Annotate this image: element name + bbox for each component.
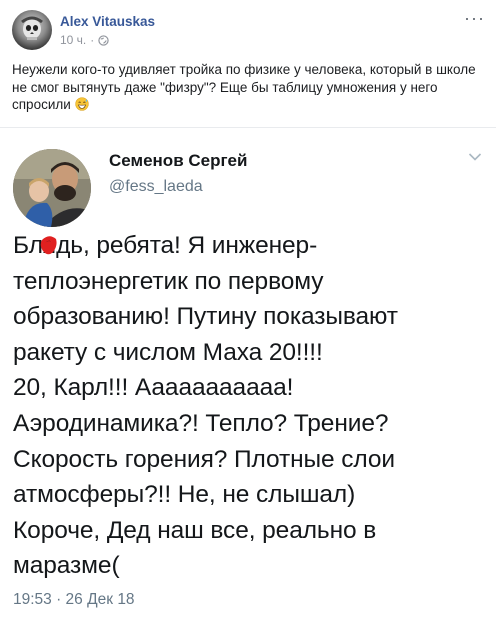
tweet-line: Короче, Дед наш все, реально в xyxy=(13,516,377,544)
tweet-line: Аэродинамика?! Тепло? Трение? xyxy=(13,409,389,437)
post-time[interactable]: 10 ч. xyxy=(60,33,86,47)
post-header: Alex Vitauskas 10 ч. · ··· xyxy=(12,9,484,54)
tweet-line: 20, Карл!!! Ааааааааааа! xyxy=(13,374,294,402)
red-scribble-icon xyxy=(40,236,57,255)
tweet-author-handle: @fess_laeda xyxy=(109,178,203,195)
tweet-line: маразме( xyxy=(13,552,120,580)
author-avatar[interactable] xyxy=(12,10,52,50)
tweet-line: ракету с числом Маха 20!!!! xyxy=(13,338,323,366)
tweet-line: теплоэнергетик по первому xyxy=(13,267,324,295)
globe-icon xyxy=(98,34,109,46)
censor-blot: я xyxy=(40,228,57,264)
post-text: Неужели кого-то удивляет тройка по физик… xyxy=(12,61,482,114)
post-meta: 10 ч. · xyxy=(60,33,109,47)
tweet-timestamp: 19:53 · 26 Дек 18 xyxy=(13,591,135,608)
more-icon[interactable]: ··· xyxy=(464,9,484,28)
tweet-line: Скорость горения? Плотные слои xyxy=(13,445,395,473)
chevron-down-icon xyxy=(468,153,482,161)
tweet-image[interactable]: Семенов Сергей @fess_laeda Блядь, ребята… xyxy=(0,128,496,623)
tweet-line: образованию! Путину показывают xyxy=(13,303,398,331)
tweet-line: атмосферы?!! Не, не слышал) xyxy=(13,481,356,509)
tweet-author-name: Семенов Сергей xyxy=(109,151,248,170)
tweet-avatar xyxy=(13,149,91,227)
grinning-sweat-emoji-icon xyxy=(74,97,89,111)
meta-separator: · xyxy=(90,33,95,47)
tweet-line: Блядь, ребята! Я инженер- xyxy=(13,228,483,264)
tweet-text: Блядь, ребята! Я инженер- теплоэнергетик… xyxy=(13,228,483,584)
author-name[interactable]: Alex Vitauskas xyxy=(60,14,155,29)
